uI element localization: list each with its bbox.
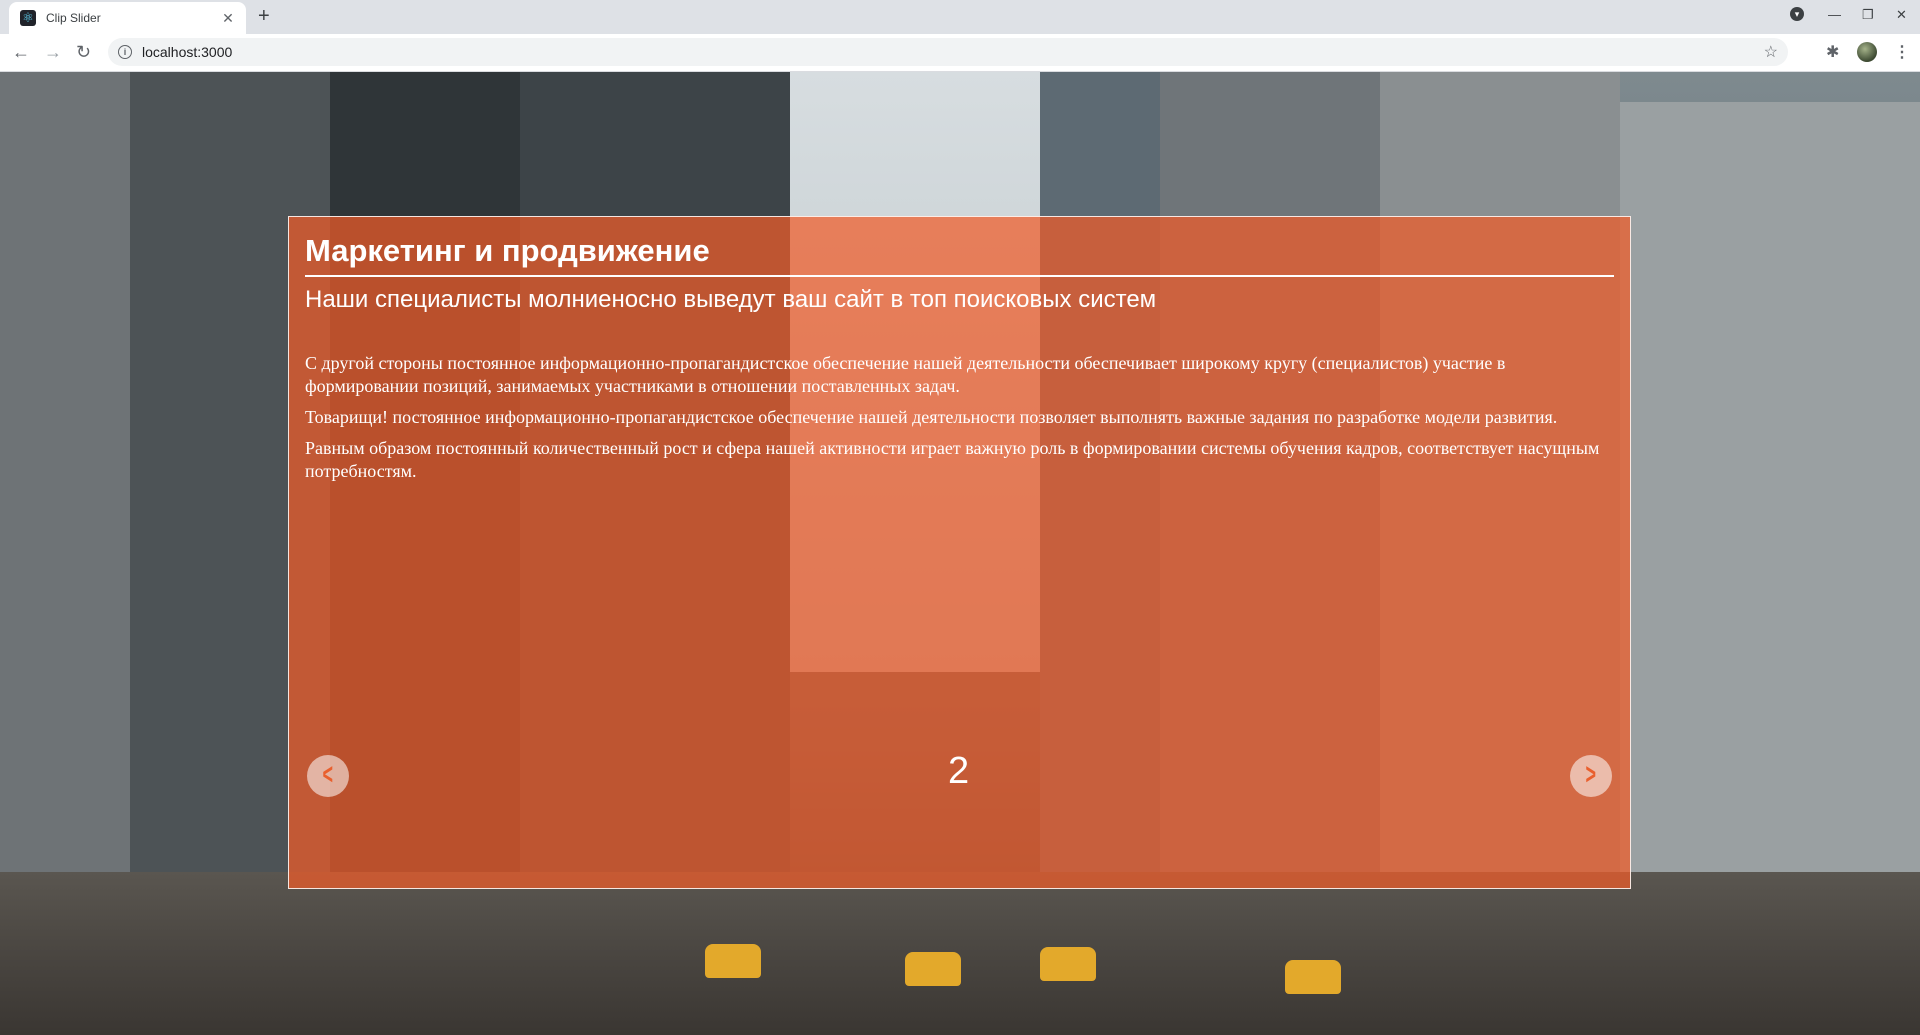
page-viewport: Маркетинг и продвижение Наши специалисты…: [0, 72, 1920, 1035]
next-slide-button[interactable]: >: [1570, 755, 1612, 797]
tab-title: Clip Slider: [46, 11, 101, 25]
menu-icon[interactable]: ⋮: [1894, 42, 1910, 62]
background-building: [1620, 102, 1920, 872]
address-bar[interactable]: i localhost:3000 ☆: [108, 38, 1788, 66]
browser-toolbar: ← → ↻ i localhost:3000 ☆ ✱ ⋮: [0, 34, 1920, 72]
react-favicon-icon: ⚛: [20, 10, 36, 26]
minimize-icon[interactable]: —: [1828, 7, 1841, 22]
prev-slide-button[interactable]: <: [307, 755, 349, 797]
avatar[interactable]: [1857, 42, 1877, 62]
chevron-left-icon: <: [322, 758, 334, 791]
forward-arrow-icon[interactable]: →: [44, 41, 62, 63]
slide-subtitle: Наши специалисты молниеносно выведут ваш…: [305, 286, 1157, 313]
close-window-icon[interactable]: ✕: [1896, 7, 1907, 23]
new-tab-icon[interactable]: +: [258, 6, 270, 26]
background-street: [0, 872, 1920, 1035]
browser-tab[interactable]: ⚛ Clip Slider ✕: [9, 2, 246, 34]
slide-title: Маркетинг и продвижение: [305, 231, 1614, 277]
info-icon[interactable]: i: [118, 45, 132, 59]
restore-icon[interactable]: ❐: [1862, 7, 1874, 23]
background-taxi: [1040, 947, 1096, 981]
url-text[interactable]: localhost:3000: [142, 44, 232, 60]
slide-body: С другой стороны постоянное информационн…: [305, 352, 1605, 491]
slide-paragraph: Товарищи! постоянное информационно-пропа…: [305, 407, 1558, 427]
slide-number: 2: [948, 750, 970, 792]
profile-icon[interactable]: ▾: [1790, 7, 1804, 21]
extensions-icon[interactable]: ✱: [1826, 42, 1839, 62]
chevron-right-icon: >: [1585, 758, 1597, 791]
tab-bar: ⚛ Clip Slider ✕ + ▾ — ❐ ✕: [0, 0, 1920, 34]
reload-icon[interactable]: ↻: [76, 41, 91, 63]
slide-paragraph: Равным образом постоянный количественный…: [305, 438, 1600, 481]
background-taxi: [1285, 960, 1341, 994]
close-tab-icon[interactable]: ✕: [220, 10, 236, 27]
background-taxi: [905, 952, 961, 986]
back-arrow-icon[interactable]: ←: [12, 41, 30, 63]
slide-paragraph: С другой стороны постоянное информационн…: [305, 353, 1506, 396]
background-taxi: [705, 944, 761, 978]
star-icon[interactable]: ☆: [1764, 42, 1778, 62]
background-building: [0, 72, 140, 872]
